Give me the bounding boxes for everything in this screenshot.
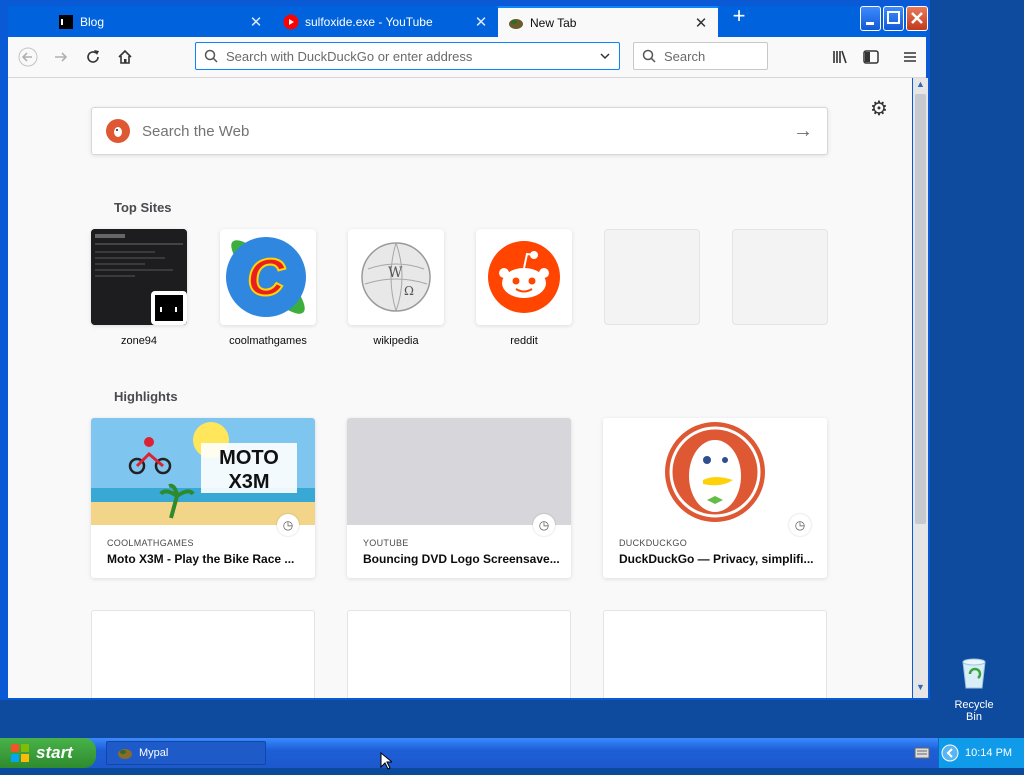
chevron-down-icon[interactable] [599,50,611,62]
mypal-icon [117,745,133,761]
home-icon[interactable] [113,45,137,69]
back-arrow-icon[interactable] [16,45,40,69]
highlight-source: DUCKDUCKGO [619,538,688,548]
recycle-bin[interactable]: Recycle Bin [946,656,1002,723]
site-thumbnail: W Ω [348,229,444,325]
tab-label: Blog [80,14,105,29]
svg-text:Ω: Ω [404,284,414,298]
start-button[interactable]: start [0,738,96,768]
tab-label: sulfoxide.exe - YouTube [305,14,433,29]
recycle-bin-label: Recycle Bin [954,699,994,723]
highlight-image [347,418,571,525]
highlight-title: DuckDuckGo — Privacy, simplifi... [619,552,814,566]
empty-highlight-card [603,610,827,698]
close-tab-icon[interactable]: ✕ [249,13,263,31]
sidebar-icon[interactable] [859,45,883,69]
top-site-name: coolmathgames [229,335,307,347]
empty-highlight-card [91,610,315,698]
search-bar[interactable] [633,42,768,70]
youtube-icon [283,14,299,30]
tab-blog[interactable]: Blog ✕ [48,6,273,37]
taskbar: start Mypal 10:14 PM [0,738,1024,768]
top-site-empty [732,229,828,325]
scroll-down-icon[interactable]: ▼ [913,682,928,696]
top-sites-title: Top Sites [114,200,172,215]
recycle-bin-icon [962,658,986,689]
tab-youtube[interactable]: sulfoxide.exe - YouTube ✕ [273,6,498,37]
highlight-card-youtube[interactable]: ◷ YOUTUBE Bouncing DVD Logo Screensave..… [347,418,571,578]
duckduckgo-icon [106,119,130,143]
mouse-cursor-icon [380,751,394,775]
url-bar[interactable] [195,42,620,70]
highlight-source: COOLMATHGAMES [107,538,194,548]
highlights-title: Highlights [114,389,178,404]
gear-icon[interactable]: ⚙ [870,96,888,121]
site-thumbnail [91,229,187,325]
web-search-box[interactable]: → [91,107,828,155]
clock-icon: ◷ [533,514,555,536]
scrollbar-thumb[interactable] [915,94,926,524]
top-site-wikipedia[interactable]: W Ω wikipedia [348,229,444,347]
search-icon [204,49,218,63]
minimize-button[interactable] [860,6,881,31]
system-tray: 10:14 PM [938,738,1024,768]
svg-text:X3M: X3M [228,471,269,493]
web-search-input[interactable] [140,121,793,141]
top-site-name: wikipedia [373,335,419,347]
top-site-zone94[interactable]: zone94 [91,229,187,347]
top-site-empty [604,229,700,325]
taskbar-item-mypal[interactable]: Mypal [106,741,266,765]
menu-icon[interactable] [898,45,922,69]
scroll-up-icon[interactable]: ▲ [913,79,928,93]
empty-tile [604,229,700,325]
tab-bar: Blog ✕ sulfoxide.exe - YouTube ✕ New Tab… [8,6,926,37]
highlight-image: MOTO X3M [91,418,315,525]
keyboard-icon[interactable] [914,746,930,760]
top-site-name: reddit [510,335,538,347]
search-icon [642,49,656,63]
site-thumbnail [476,229,572,325]
new-tab-button[interactable]: + [728,5,750,28]
empty-highlight-card [347,610,571,698]
new-tab-page: ⚙ → Top Sites [8,78,912,698]
highlight-source: YOUTUBE [363,538,409,548]
terminal-icon [58,14,74,30]
highlight-image [603,418,827,525]
library-icon[interactable] [828,45,852,69]
svg-text:MOTO: MOTO [219,447,279,469]
vertical-scrollbar[interactable]: ▲ ▼ [913,78,928,698]
close-window-button[interactable] [906,6,928,31]
highlight-card-moto-x3m[interactable]: MOTO X3M ◷ COOLMATHGAMES Moto X3M - Play… [91,418,315,578]
svg-text:W: W [388,265,403,281]
search-input[interactable] [662,47,756,65]
empty-tile [732,229,828,325]
highlight-title: Bouncing DVD Logo Screensave... [363,552,560,566]
clock-icon: ◷ [789,514,811,536]
tab-new-tab[interactable]: New Tab ✕ [498,6,718,37]
browser-window: Blog ✕ sulfoxide.exe - YouTube ✕ New Tab… [0,0,930,700]
taskbar-item-label: Mypal [139,747,169,759]
top-site-name: zone94 [120,335,158,347]
tab-label: New Tab [530,15,577,30]
clock: 10:14 PM [965,747,1013,759]
clock-icon: ◷ [277,514,299,536]
maximize-button[interactable] [883,6,904,31]
highlight-card-duckduckgo[interactable]: ◷ DUCKDUCKGO DuckDuckGo — Privacy, simpl… [603,418,827,578]
svg-text:C: C [247,249,286,307]
top-site-coolmathgames[interactable]: C coolmathgames [220,229,316,347]
arrow-right-icon[interactable]: → [793,120,813,143]
close-tab-icon[interactable]: ✕ [474,13,488,31]
top-site-reddit[interactable]: reddit [476,229,572,347]
nav-bar [8,37,926,78]
forward-arrow-icon[interactable] [49,45,73,69]
firefox-icon [508,15,524,31]
site-thumbnail: C [220,229,316,325]
windows-logo-icon [10,743,30,763]
close-tab-icon[interactable]: ✕ [694,14,708,32]
url-input[interactable] [224,47,599,65]
reload-icon[interactable] [81,45,105,69]
start-label: start [36,743,73,762]
chevron-left-icon[interactable] [941,744,959,762]
highlight-title: Moto X3M - Play the Bike Race ... [107,552,295,566]
